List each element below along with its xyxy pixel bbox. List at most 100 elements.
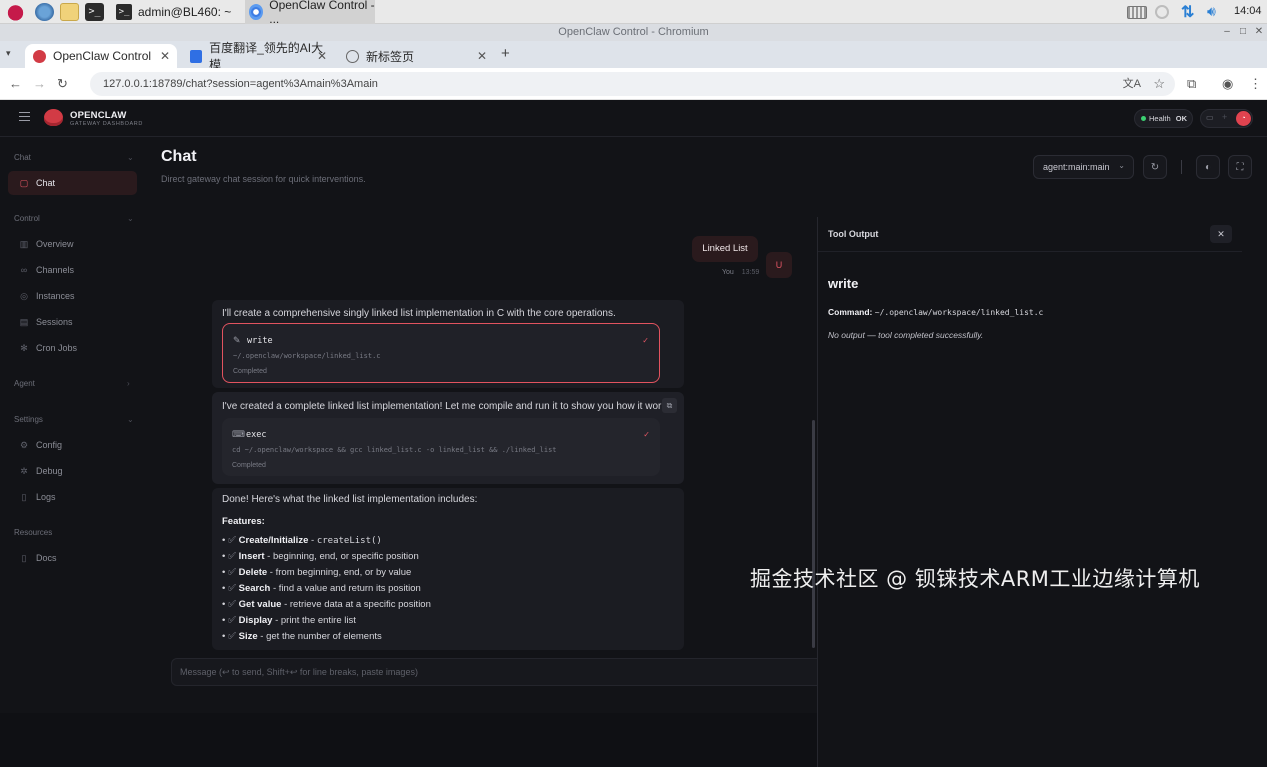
terminal-launcher-icon[interactable]: >_ — [85, 3, 104, 21]
volume-icon[interactable]: 🔊︎ — [1207, 3, 1216, 20]
focus-icon: ⛶ — [1236, 161, 1244, 173]
browser-launcher-icon[interactable] — [35, 3, 54, 21]
command-label: Command: — [828, 307, 873, 317]
terminal-icon: >_ — [116, 4, 132, 20]
forward-icon[interactable]: → — [33, 76, 46, 91]
close-tab-icon[interactable]: ✕ — [160, 49, 170, 63]
feature-code: createList() — [316, 536, 382, 546]
user-avatar-icon[interactable]: ◔ — [1236, 111, 1251, 126]
checkmark-icon: ✅︎ — [227, 631, 237, 642]
tab-new[interactable]: 新标签页 ✕ — [338, 44, 494, 68]
tool-status: Completed — [233, 368, 267, 375]
tab-baidu[interactable]: 百度翻译_领先的AI大模 ✕ — [182, 41, 334, 72]
refresh-button[interactable]: ↻ — [1143, 155, 1167, 179]
close-tab-icon[interactable]: ✕ — [477, 49, 487, 63]
sidebar-item-logs[interactable]: ▯ Logs — [8, 485, 137, 509]
loader-icon: ✻ — [20, 342, 28, 353]
brand-name: OPENCLAW — [70, 110, 127, 121]
network-icon[interactable]: ⇅ — [1181, 2, 1194, 22]
sidebar-group-chat[interactable]: Chat — [14, 153, 31, 162]
tool-output-panel: Tool Output ✕ write Command: ~/.openclaw… — [817, 217, 1267, 767]
keyboard-icon[interactable] — [1127, 6, 1147, 19]
feature-desc: - from beginning, end, or by value — [267, 567, 412, 578]
feature-desc: - get the number of elements — [257, 631, 382, 642]
close-window-icon[interactable]: ✕ — [1253, 26, 1265, 38]
thinking-toggle-button[interactable]: ◐ — [1196, 155, 1220, 179]
maximize-icon[interactable]: □ — [1237, 26, 1249, 38]
tool-call-card[interactable]: ✎ write ✓ ~/.openclaw/workspace/linked_l… — [222, 323, 660, 383]
user-name: You — [722, 269, 734, 276]
sidebar-item-config[interactable]: ⚙ Config — [8, 433, 137, 457]
list-item: • ✅︎ Size - get the number of elements — [222, 631, 382, 642]
notification-icon[interactable]: ▭ — [1206, 113, 1214, 122]
tool-command: ~/.openclaw/workspace/linked_list.c — [233, 352, 381, 360]
close-panel-button[interactable]: ✕ — [1210, 225, 1232, 243]
openclaw-logo-icon — [44, 109, 63, 126]
chevron-icon[interactable]: ⌄ — [127, 214, 134, 223]
raspberry-menu-icon[interactable] — [6, 3, 25, 21]
sidebar-group-settings[interactable]: Settings — [14, 415, 43, 424]
toolbar-divider — [1181, 160, 1182, 174]
reload-icon[interactable]: ↻ — [57, 76, 68, 92]
session-select-value: agent:main:main — [1043, 162, 1110, 172]
sidebar-item-label: Debug — [36, 466, 63, 476]
bookmark-star-icon[interactable]: ☆ — [1153, 72, 1165, 96]
hamburger-menu-icon[interactable] — [19, 112, 30, 121]
copy-icon[interactable]: ⧉ — [662, 398, 677, 413]
chevron-icon[interactable]: › — [127, 379, 130, 388]
folder-icon[interactable] — [60, 3, 79, 21]
minimize-icon[interactable]: – — [1221, 26, 1233, 38]
focus-mode-button[interactable]: ⛶ — [1228, 155, 1252, 179]
chat-scrollbar[interactable] — [812, 420, 815, 648]
page-subtitle: Direct gateway chat session for quick in… — [161, 174, 366, 184]
sidebar-item-docs[interactable]: ▯ Docs — [8, 546, 137, 570]
sidebar-item-sessions[interactable]: ▤ Sessions — [8, 310, 137, 334]
profile-icon[interactable]: ◉ — [1222, 76, 1233, 92]
feature-name: Create/Initialize — [238, 535, 309, 546]
tab-search-icon[interactable]: ▾ — [6, 48, 11, 59]
translate-icon[interactable]: 文A — [1123, 72, 1141, 96]
clock[interactable]: 14:04 — [1234, 5, 1262, 17]
browser-menu-icon[interactable]: ⋮ — [1249, 76, 1262, 92]
feature-name: Size — [238, 631, 258, 642]
list-item: • ✅︎ Display - print the entire list — [222, 615, 356, 626]
chevron-icon[interactable]: ⌄ — [127, 153, 134, 162]
sidebar-group-resources[interactable]: Resources — [14, 528, 52, 537]
tool-call-card[interactable]: ⌨ exec ✓ cd ~/.openclaw/workspace && gcc… — [222, 418, 660, 476]
sidebar-item-overview[interactable]: ▥ Overview — [8, 232, 137, 256]
taskbar-terminal-label: admin@BL460: ~ — [138, 5, 232, 19]
sidebar-group-agent[interactable]: Agent — [14, 379, 35, 388]
sidebar-item-channels[interactable]: ∞ Channels — [8, 258, 137, 282]
taskbar-terminal-task[interactable]: >_ admin@BL460: ~ — [113, 0, 243, 24]
tab-openclaw[interactable]: OpenClaw Control ✕ — [25, 44, 177, 68]
health-label: Health — [1149, 114, 1171, 123]
taskbar-browser-task[interactable]: OpenClaw Control - ... — [245, 0, 375, 26]
sidebar-item-chat[interactable]: ▢ Chat — [8, 171, 137, 195]
health-dot-icon — [1141, 116, 1146, 121]
user-message-bubble: Linked List — [692, 236, 758, 262]
new-tab-icon[interactable]: + — [501, 45, 510, 62]
chevron-icon[interactable]: ⌄ — [127, 415, 134, 424]
message-text: Done! Here's what the linked list implem… — [222, 494, 478, 505]
close-tab-icon[interactable]: ✕ — [317, 49, 327, 63]
checkmark-icon: ✅︎ — [227, 551, 237, 562]
message-text: I'll create a comprehensive singly linke… — [222, 308, 616, 319]
chat-icon: ▢ — [19, 177, 29, 188]
url-input[interactable]: 127.0.0.1:18789/chat?session=agent%3Amai… — [90, 72, 1175, 96]
checkmark-icon: ✅︎ — [227, 583, 237, 594]
back-icon[interactable]: ← — [9, 76, 22, 91]
extensions-icon[interactable]: ⧉ — [1187, 76, 1196, 92]
session-select[interactable]: agent:main:main ⌄ — [1033, 155, 1134, 179]
sidebar-item-cron-jobs[interactable]: ✻ Cron Jobs — [8, 336, 137, 360]
user-message-text: Linked List — [702, 243, 748, 254]
sidebar-group-control[interactable]: Control — [14, 214, 40, 223]
sidebar-item-label: Config — [36, 440, 63, 450]
sidebar-item-instances[interactable]: ◎ Instances — [8, 284, 137, 308]
bluetooth-icon[interactable] — [1155, 5, 1169, 19]
message-input-placeholder: Message (↩ to send, Shift+↩ for line bre… — [180, 667, 418, 677]
sidebar-item-debug[interactable]: ✲ Debug — [8, 459, 137, 483]
health-badge[interactable]: Health OK — [1134, 109, 1193, 128]
assistant-message: Done! Here's what the linked list implem… — [212, 488, 684, 650]
page-title: Chat — [161, 148, 197, 165]
plus-icon[interactable]: + — [1222, 112, 1227, 122]
